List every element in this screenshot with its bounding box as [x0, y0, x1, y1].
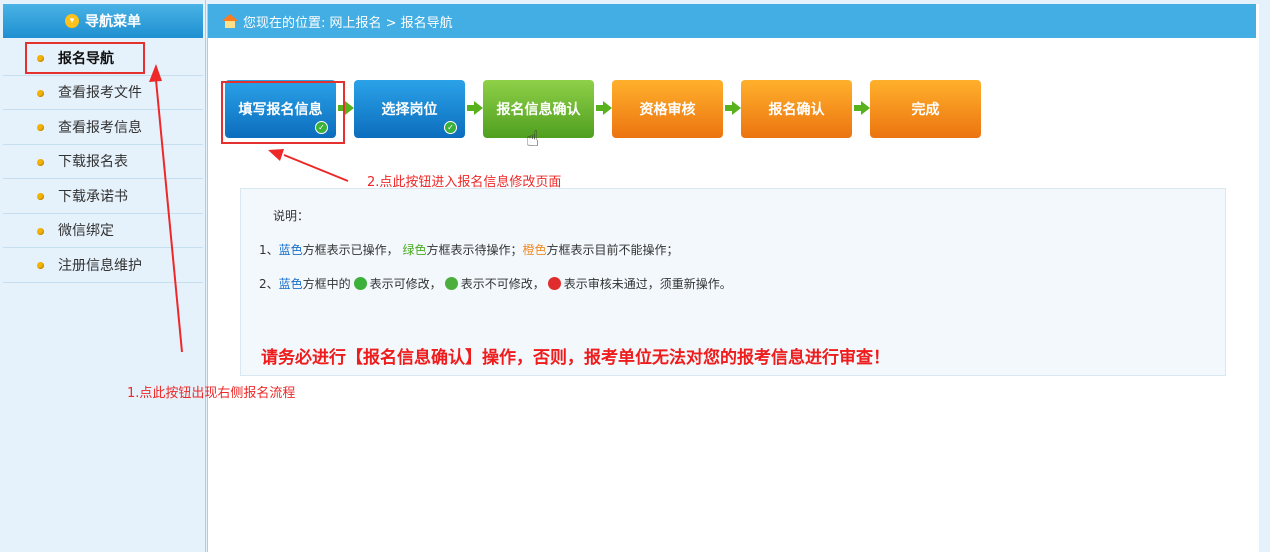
arrow-right-icon [725, 101, 741, 115]
check-circle-icon [353, 277, 367, 290]
step-complete-button[interactable]: 完成 [870, 80, 981, 138]
sidebar-item-label: 查看报考信息 [58, 119, 142, 136]
sidebar-item-exam-files[interactable]: 查看报考文件 [3, 76, 203, 110]
bullet-icon [37, 158, 44, 166]
green-word: 绿色 [402, 243, 427, 257]
annotation-highlight-box [221, 81, 345, 144]
step-select-post-button[interactable]: 选择岗位 ✓ [354, 80, 465, 138]
sidebar-item-account-maintenance[interactable]: 注册信息维护 [3, 248, 203, 283]
notes-line-2: 2、 蓝色 方框中的 表示可修改， 表示不可修改， 表示审核未通过，须重新操作。 [259, 275, 732, 292]
notes-line-1: 1、蓝色方框表示已操作， 绿色方框表示待操作；橙色方框表示目前不能操作； [259, 241, 679, 258]
arrow-right-icon [596, 101, 612, 115]
warning-message: 请务必进行【报名信息确认】操作，否则，报考单位无法对您的报考信息进行审查！ [261, 348, 890, 368]
bullet-icon [37, 227, 44, 235]
step-label: 完成 [911, 102, 940, 118]
breadcrumb: 您现在的位置: 网上报名 > 报名导航 [208, 4, 1256, 38]
sidebar-item-label: 下载承诺书 [58, 188, 128, 205]
sidebar-item-download-form[interactable]: 下载报名表 [3, 145, 203, 179]
annotation-step-1: 1.点此按钮出现右侧报名流程 [127, 386, 296, 401]
arrow-right-icon [854, 101, 870, 115]
notes-line-1-orange-text: 方框表示目前不能操作； [546, 243, 679, 257]
sidebar-title: 导航菜单 [85, 14, 141, 30]
minus-circle-icon [444, 277, 458, 290]
notes-line-1-blue-text: 方框表示已操作， [302, 243, 399, 257]
notes-line-2-text-d: 表示审核未通过，须重新操作。 [563, 277, 732, 291]
sidebar-header: ▾ 导航菜单 [3, 4, 203, 38]
notes-line-2-text-a: 方框中的 [302, 277, 351, 291]
sidebar-item-download-pledge[interactable]: 下载承诺书 [3, 179, 203, 214]
step-label: 选择岗位 [381, 102, 438, 118]
bullet-icon [37, 89, 44, 97]
notes-title: 说明： [273, 209, 310, 223]
sidebar-item-label: 注册信息维护 [58, 257, 142, 274]
notes-line-2-text-c: 表示不可修改， [460, 277, 545, 291]
bullet-icon [37, 262, 44, 269]
notes-line-2-prefix: 2、 [259, 277, 279, 291]
chevron-down-icon: ▾ [65, 14, 79, 28]
breadcrumb-text: 您现在的位置: 网上报名 > 报名导航 [243, 15, 453, 31]
blue-word: 蓝色 [278, 243, 303, 257]
hand-cursor-icon: ☝ [526, 127, 540, 152]
step-label: 报名信息确认 [496, 102, 581, 118]
error-circle-icon [547, 277, 561, 290]
sidebar-item-label: 查看报考文件 [58, 85, 142, 102]
notes-line-1-prefix: 1、 [259, 243, 279, 257]
step-qualification-review-button[interactable]: 资格审核 [612, 80, 723, 138]
arrow-right-icon [467, 101, 483, 115]
sidebar: ▾ 导航菜单 报名导航 查看报考文件 查看报考信息 下载报名表 下载承诺书 微信… [0, 0, 206, 552]
notes-line-2-text-b: 表示可修改， [369, 277, 442, 291]
step-registration-confirm-button[interactable]: 报名确认 [741, 80, 852, 138]
step-label: 报名确认 [768, 102, 825, 118]
annotation-highlight-box [25, 42, 145, 74]
sidebar-item-wechat-binding[interactable]: 微信绑定 [3, 214, 203, 248]
sidebar-item-exam-info[interactable]: 查看报考信息 [3, 110, 203, 145]
bullet-icon [37, 193, 44, 200]
sidebar-menu: 报名导航 查看报考文件 查看报考信息 下载报名表 下载承诺书 微信绑定 注册信息… [3, 41, 203, 283]
sidebar-item-label: 下载报名表 [58, 154, 128, 171]
annotation-step-2: 2.点此按钮进入报名信息修改页面 [367, 175, 562, 190]
home-icon [222, 14, 238, 28]
orange-word: 橙色 [522, 243, 547, 257]
blue-word: 蓝色 [278, 277, 303, 291]
check-icon: ✓ [444, 121, 457, 134]
bullet-icon [37, 124, 44, 131]
step-label: 资格审核 [639, 102, 696, 118]
notes-line-1-green-text: 方框表示待操作； [426, 243, 523, 257]
instructions-panel: 说明： 1、蓝色方框表示已操作， 绿色方框表示待操作；橙色方框表示目前不能操作；… [240, 188, 1226, 376]
sidebar-item-label: 微信绑定 [58, 223, 114, 240]
